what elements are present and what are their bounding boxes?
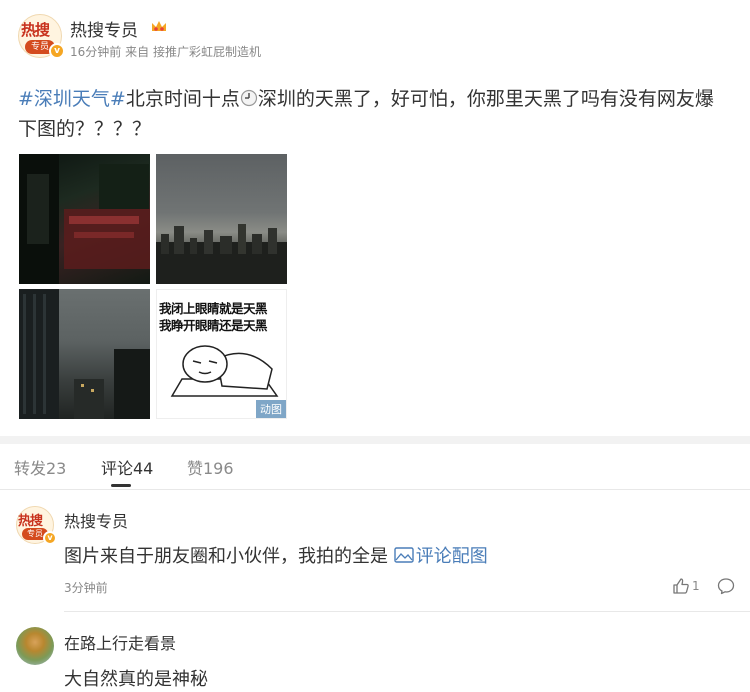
comment-image-link-label: 评论配图	[415, 546, 488, 567]
interaction-tabs: 转发23 评论44 赞196	[0, 444, 750, 490]
post-time: 16分钟前	[70, 45, 122, 59]
comment-text: 图片来自于朋友圈和小伙伴，我拍的全是 评论配图	[64, 542, 488, 568]
like-icon[interactable]	[672, 577, 690, 595]
meme-gif[interactable]: 我闭上眼睛就是天黑 我睁开眼睛还是天黑 动图	[156, 289, 287, 419]
tab-reposts[interactable]: 转发23	[14, 455, 66, 479]
comment-body: 图片来自于朋友圈和小伙伴，我拍的全是	[64, 546, 394, 567]
skyline-scene	[156, 224, 287, 284]
post-card: 热搜 专员 v 热搜专员 16分钟前 来自 接推广彩虹屁制造机 #深圳天气#北京…	[0, 0, 750, 436]
verified-icon: v	[49, 43, 65, 59]
avatar-label: 热搜	[18, 514, 43, 529]
comment-item: 热搜 专员 v 热搜专员 图片来自于朋友圈和小伙伴，我拍的全是 评论配图 3分钟…	[0, 490, 750, 612]
topic-tag[interactable]: #深圳天气#	[18, 88, 126, 110]
active-tab-indicator	[111, 484, 131, 487]
post-text: #深圳天气#北京时间十点 深圳的天黑了，好可怕，你那里天黑了吗有没有网友爆下图的…	[18, 84, 732, 144]
commenter-name[interactable]: 热搜专员	[64, 508, 128, 532]
author-name[interactable]: 热搜专员	[70, 16, 138, 41]
commenter-avatar[interactable]	[16, 627, 54, 665]
image-icon	[394, 547, 414, 563]
post-source[interactable]: 接推广彩虹屁制造机	[153, 45, 261, 59]
tab-likes[interactable]: 赞196	[187, 455, 234, 479]
building-scene	[19, 289, 150, 419]
source-prefix: 来自	[125, 45, 150, 59]
author-avatar[interactable]: 热搜 专员 v	[18, 14, 65, 59]
comment-time: 3分钟前	[64, 581, 108, 595]
verified-icon: v	[43, 531, 57, 545]
section-divider	[0, 436, 750, 444]
meme-line-2: 我睁开眼睛还是天黑	[159, 318, 268, 333]
post-meta: 16分钟前 来自 接推广彩虹屁制造机	[70, 43, 261, 60]
dark-street-banner-photo[interactable]	[19, 154, 150, 284]
commenter-avatar[interactable]: 热搜 专员 v	[16, 506, 57, 545]
street-scene	[19, 154, 150, 284]
commenter-name[interactable]: 在路上行走看景	[64, 630, 176, 654]
dark-building-photo[interactable]	[19, 289, 150, 419]
tab-comments[interactable]: 评论44	[101, 455, 153, 479]
comment-item: 在路上行走看景 大自然真的是神秘	[0, 612, 750, 692]
like-count: 1	[692, 579, 700, 593]
crown-icon	[152, 21, 166, 31]
clock-icon	[240, 89, 257, 107]
comment-text: 大自然真的是神秘	[64, 669, 208, 690]
avatar-label: 热搜	[21, 21, 50, 39]
reply-icon[interactable]	[717, 577, 735, 595]
comment-image-link[interactable]: 评论配图	[394, 546, 488, 567]
gif-badge: 动图	[256, 400, 286, 418]
post-text-part1: 北京时间十点	[125, 88, 240, 110]
dark-sky-skyline-photo[interactable]	[156, 154, 287, 284]
